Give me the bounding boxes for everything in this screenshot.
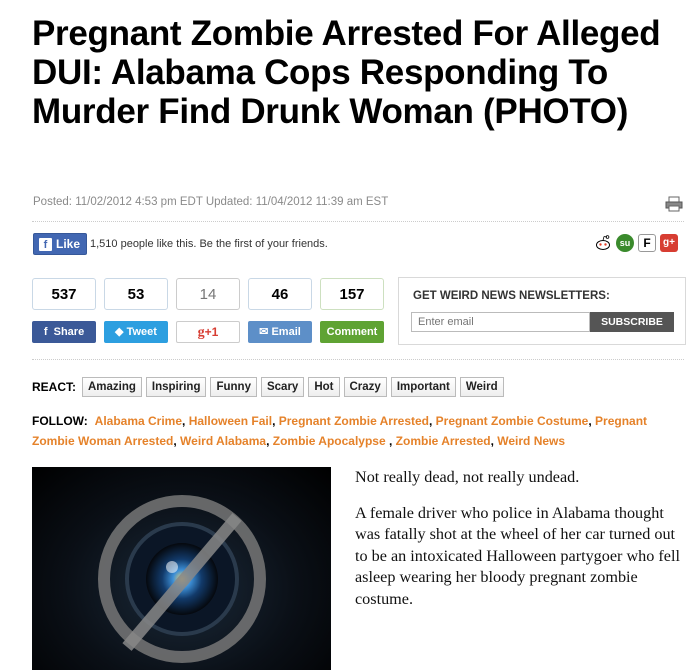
article-headline: Pregnant Zombie Arrested For Alleged DUI… (32, 14, 661, 131)
newsletter-title: GET WEIRD NEWS NEWSLETTERS: (413, 290, 610, 302)
facebook-like-button[interactable]: f Like (33, 233, 88, 255)
email-button[interactable]: ✉ Email (248, 321, 312, 343)
react-inspiring[interactable]: Inspiring (145, 377, 207, 397)
newsletter-email-input[interactable] (411, 312, 590, 332)
react-important[interactable]: Important (390, 377, 456, 397)
facebook-share-button[interactable]: f Share (32, 321, 96, 343)
divider (32, 221, 684, 222)
social-icons: su F g+ (594, 234, 678, 252)
google-plus-icon: g (197, 325, 205, 340)
facebook-icon: f (39, 237, 52, 251)
share-count: 537 (32, 278, 96, 310)
follow-tag[interactable]: Halloween Fail (189, 414, 272, 428)
share-facebook: 537 f Share (32, 278, 96, 343)
article-paragraph: A female driver who police in Alabama th… (355, 503, 680, 608)
subscribe-button[interactable]: SUBSCRIBE (590, 312, 674, 332)
follow-tag[interactable]: Weird News (497, 434, 565, 448)
email-count: 46 (248, 278, 312, 310)
react-amazing[interactable]: Amazing (82, 377, 142, 397)
share-twitter: 53 ◆ Tweet (104, 278, 168, 343)
follow-tag[interactable]: Pregnant Zombie Arrested (279, 414, 429, 428)
article-dateline: Posted: 11/02/2012 4:53 pm EDT Updated: … (33, 196, 389, 208)
react-funny[interactable]: Funny (210, 377, 257, 397)
react-hot[interactable]: Hot (308, 377, 340, 397)
fark-icon[interactable]: F (638, 234, 656, 252)
article-paragraph: Not really dead, not really undead. (355, 468, 580, 486)
follow-label: FOLLOW: (32, 414, 88, 428)
follow-tag[interactable]: Weird Alabama (180, 434, 266, 448)
print-icon[interactable] (665, 196, 683, 212)
divider (32, 359, 684, 360)
reddit-icon[interactable] (594, 234, 612, 252)
comment-label: Comment (326, 326, 378, 338)
plus-one-count: 14 (176, 278, 240, 310)
article-body: Not really dead, not really undead. A fe… (355, 467, 690, 624)
comment-button[interactable]: Comment (320, 321, 384, 343)
plus-one-label: +1 (204, 325, 219, 339)
react-crazy[interactable]: Crazy (343, 377, 387, 397)
share-email: 46 ✉ Email (248, 278, 312, 343)
facebook-like-text: 1,510 people like this. Be the first of … (90, 238, 328, 250)
facebook-icon: f (43, 326, 48, 338)
like-label: Like (56, 237, 81, 251)
email-icon: ✉ (259, 326, 269, 338)
share-label: Share (53, 326, 85, 338)
stumbleupon-icon[interactable]: su (616, 234, 634, 252)
plus-one-button[interactable]: g+1 (176, 321, 240, 343)
follow-tag[interactable]: Alabama Crime (95, 414, 182, 428)
twitter-icon: ◆ (115, 326, 124, 338)
share-google-plus: 14 g+1 (176, 278, 240, 343)
tweet-count: 53 (104, 278, 168, 310)
follow-tag[interactable]: Pregnant Zombie Costume (436, 414, 589, 428)
camera-lens-icon (98, 495, 266, 663)
share-comment: 157 Comment (320, 278, 384, 343)
react-label: REACT: (32, 380, 76, 394)
react-bar: REACT: Amazing Inspiring Funny Scary Hot… (32, 377, 504, 397)
follow-tag[interactable]: Zombie Apocalypse (273, 434, 389, 448)
follow-tags: FOLLOW: Alabama Crime, Halloween Fail, P… (32, 414, 648, 448)
tweet-label: Tweet (126, 326, 157, 338)
tweet-button[interactable]: ◆ Tweet (104, 321, 168, 343)
follow-tag[interactable]: Zombie Arrested (396, 434, 491, 448)
share-buttons: 537 f Share 53 ◆ Tweet 14 g+1 46 ✉ Email… (32, 278, 384, 343)
article-photo-placeholder (32, 467, 331, 670)
email-label: Email (271, 326, 301, 338)
comment-count: 157 (320, 278, 384, 310)
google-plus-share-icon[interactable]: g+ (660, 234, 678, 252)
newsletter-signup: GET WEIRD NEWS NEWSLETTERS: SUBSCRIBE (398, 277, 686, 345)
react-weird[interactable]: Weird (459, 377, 504, 397)
react-scary[interactable]: Scary (260, 377, 305, 397)
